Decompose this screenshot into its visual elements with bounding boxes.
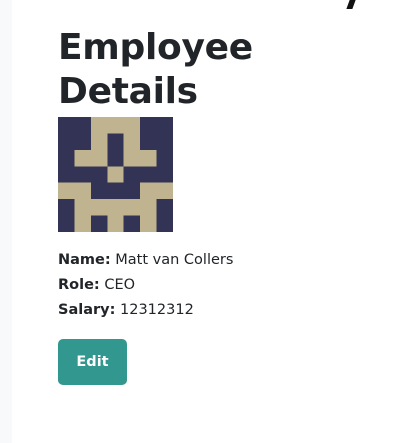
employee-details-page: Employee Details Name: Matt van Collers …	[0, 0, 395, 443]
name-row: Name: Matt van Collers	[58, 248, 388, 273]
cropped-glyph-fragment	[330, 0, 370, 10]
name-value: Matt van Collers	[115, 252, 234, 268]
salary-value: 12312312	[120, 302, 194, 318]
employee-details-card: Employee Details Name: Matt van Collers …	[58, 26, 388, 385]
salary-row: Salary: 12312312	[58, 298, 388, 323]
page-title: Employee Details	[58, 27, 253, 112]
identicon-avatar-icon	[58, 117, 173, 232]
role-row: Role: CEO	[58, 273, 388, 298]
employee-info: Name: Matt van Collers Role: CEO Salary:…	[58, 248, 388, 323]
name-label: Name:	[58, 252, 111, 268]
salary-label: Salary:	[58, 302, 116, 318]
role-value: CEO	[104, 277, 136, 293]
role-label: Role:	[58, 277, 100, 293]
edit-button[interactable]: Edit	[58, 339, 127, 385]
